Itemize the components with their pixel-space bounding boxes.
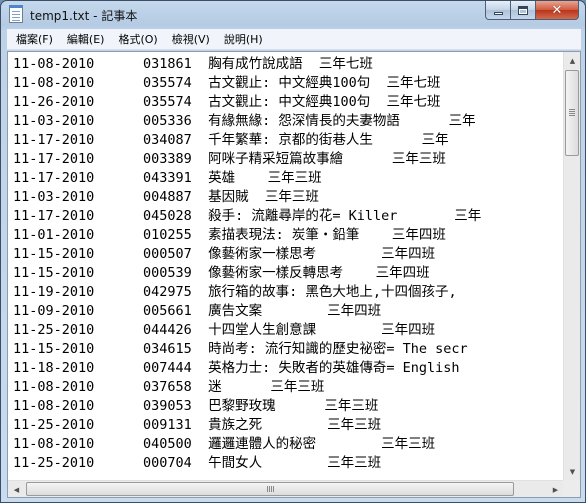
minimize-button[interactable] bbox=[485, 1, 511, 20]
text-line: 11-19-2010 042975 旅行箱的故事: 黑色大地上,十四個孩子, bbox=[13, 284, 457, 300]
text-line: 11-17-2010 045028 殺手: 流離尋岸的花= Killer 三年 bbox=[13, 208, 482, 224]
menu-help[interactable]: 說明(H) bbox=[217, 30, 270, 49]
text-line: 11-09-2010 005661 廣告文案 三年四班 bbox=[13, 303, 382, 319]
editor-client-area: 11-08-2010 031861 胸有成竹說成語 三年七班 11-08-201… bbox=[7, 51, 581, 498]
chevron-up-icon: ▲ bbox=[569, 56, 576, 65]
chevron-left-icon: ◀ bbox=[13, 485, 20, 494]
text-line: 11-08-2010 040500 邏邏連體人的秘密 三年三班 bbox=[13, 436, 436, 452]
scroll-up-button[interactable]: ▲ bbox=[564, 52, 581, 69]
text-line: 11-03-2010 005336 有緣無緣: 怨深情長的夫妻物語 三年 bbox=[13, 113, 476, 129]
size-grip[interactable] bbox=[563, 480, 580, 497]
menu-view[interactable]: 檢視(V) bbox=[165, 30, 217, 49]
notepad-window: temp1.txt - 記事本 ✕ 檔案(F) 編輯(E) 格式(O) 檢視(V… bbox=[0, 0, 586, 503]
text-line: 11-08-2010 031861 胸有成竹說成語 三年七班 bbox=[13, 56, 373, 72]
chevron-down-icon: ▼ bbox=[569, 467, 576, 476]
minimize-icon bbox=[493, 11, 503, 15]
menu-bar: 檔案(F) 編輯(E) 格式(O) 檢視(V) 說明(H) bbox=[7, 29, 581, 50]
text-line: 11-08-2010 039053 巴黎野玫瑰 三年三班 bbox=[13, 398, 379, 414]
text-line: 11-08-2010 037658 迷 三年三班 bbox=[13, 379, 325, 395]
maximize-icon bbox=[518, 5, 528, 15]
menu-file[interactable]: 檔案(F) bbox=[7, 30, 60, 49]
menu-format[interactable]: 格式(O) bbox=[111, 30, 164, 49]
notepad-icon bbox=[9, 5, 23, 23]
text-line: 11-25-2010 000704 午間女人 三年三班 bbox=[13, 455, 382, 471]
vertical-scrollbar[interactable]: ▲ ▼ bbox=[563, 52, 580, 480]
text-line: 11-15-2010 034615 時尚考: 流行知識的歷史祕密= The se… bbox=[13, 341, 468, 357]
text-line: 11-17-2010 034087 千年繁華: 京都的街巷人生 三年 bbox=[13, 132, 449, 148]
text-line: 11-15-2010 000507 像藝術家一樣思考 三年四班 bbox=[13, 246, 436, 262]
window-title: temp1.txt - 記事本 bbox=[30, 9, 138, 23]
horizontal-scroll-thumb[interactable] bbox=[26, 482, 514, 496]
text-line: 11-25-2010 009131 貴族之死 三年三班 bbox=[13, 417, 382, 433]
text-line: 11-17-2010 043391 英雄 三年三班 bbox=[13, 170, 322, 186]
text-line: 11-08-2010 035574 古文觀止: 中文經典100句 三年七班 bbox=[13, 75, 441, 91]
text-line: 11-17-2010 003389 阿咪子精采短篇故事繪 三年三班 bbox=[13, 151, 446, 167]
scroll-right-button[interactable]: ▶ bbox=[547, 481, 564, 498]
text-line: 11-18-2010 007444 英格力士: 失敗者的英雄傳奇= Englis… bbox=[13, 360, 460, 376]
maximize-button[interactable] bbox=[511, 1, 536, 20]
text-line: 11-15-2010 000539 像藝術家一樣反轉思考 三年四班 bbox=[13, 265, 430, 281]
title-bar[interactable]: temp1.txt - 記事本 ✕ bbox=[1, 1, 585, 27]
horizontal-scrollbar[interactable]: ◀ ▶ bbox=[8, 480, 564, 497]
vertical-scroll-thumb[interactable] bbox=[565, 70, 579, 156]
caption-buttons: ✕ bbox=[485, 1, 579, 20]
text-line: 11-03-2010 004887 基因賊 三年三班 bbox=[13, 189, 319, 205]
menu-edit[interactable]: 編輯(E) bbox=[60, 30, 112, 49]
text-editor[interactable]: 11-08-2010 031861 胸有成竹說成語 三年七班 11-08-201… bbox=[8, 52, 563, 479]
scroll-left-button[interactable]: ◀ bbox=[8, 481, 25, 498]
close-icon: ✕ bbox=[551, 2, 563, 18]
close-button[interactable]: ✕ bbox=[536, 1, 579, 20]
chevron-right-icon: ▶ bbox=[552, 485, 559, 494]
text-line: 11-25-2010 044426 十四堂人生創意課 三年四班 bbox=[13, 322, 436, 338]
scroll-down-button[interactable]: ▼ bbox=[564, 463, 581, 480]
text-line: 11-01-2010 010255 素描表現法: 炭筆‧鉛筆 三年四班 bbox=[13, 227, 446, 243]
text-line: 11-26-2010 035574 古文觀止: 中文經典100句 三年七班 bbox=[13, 94, 441, 110]
